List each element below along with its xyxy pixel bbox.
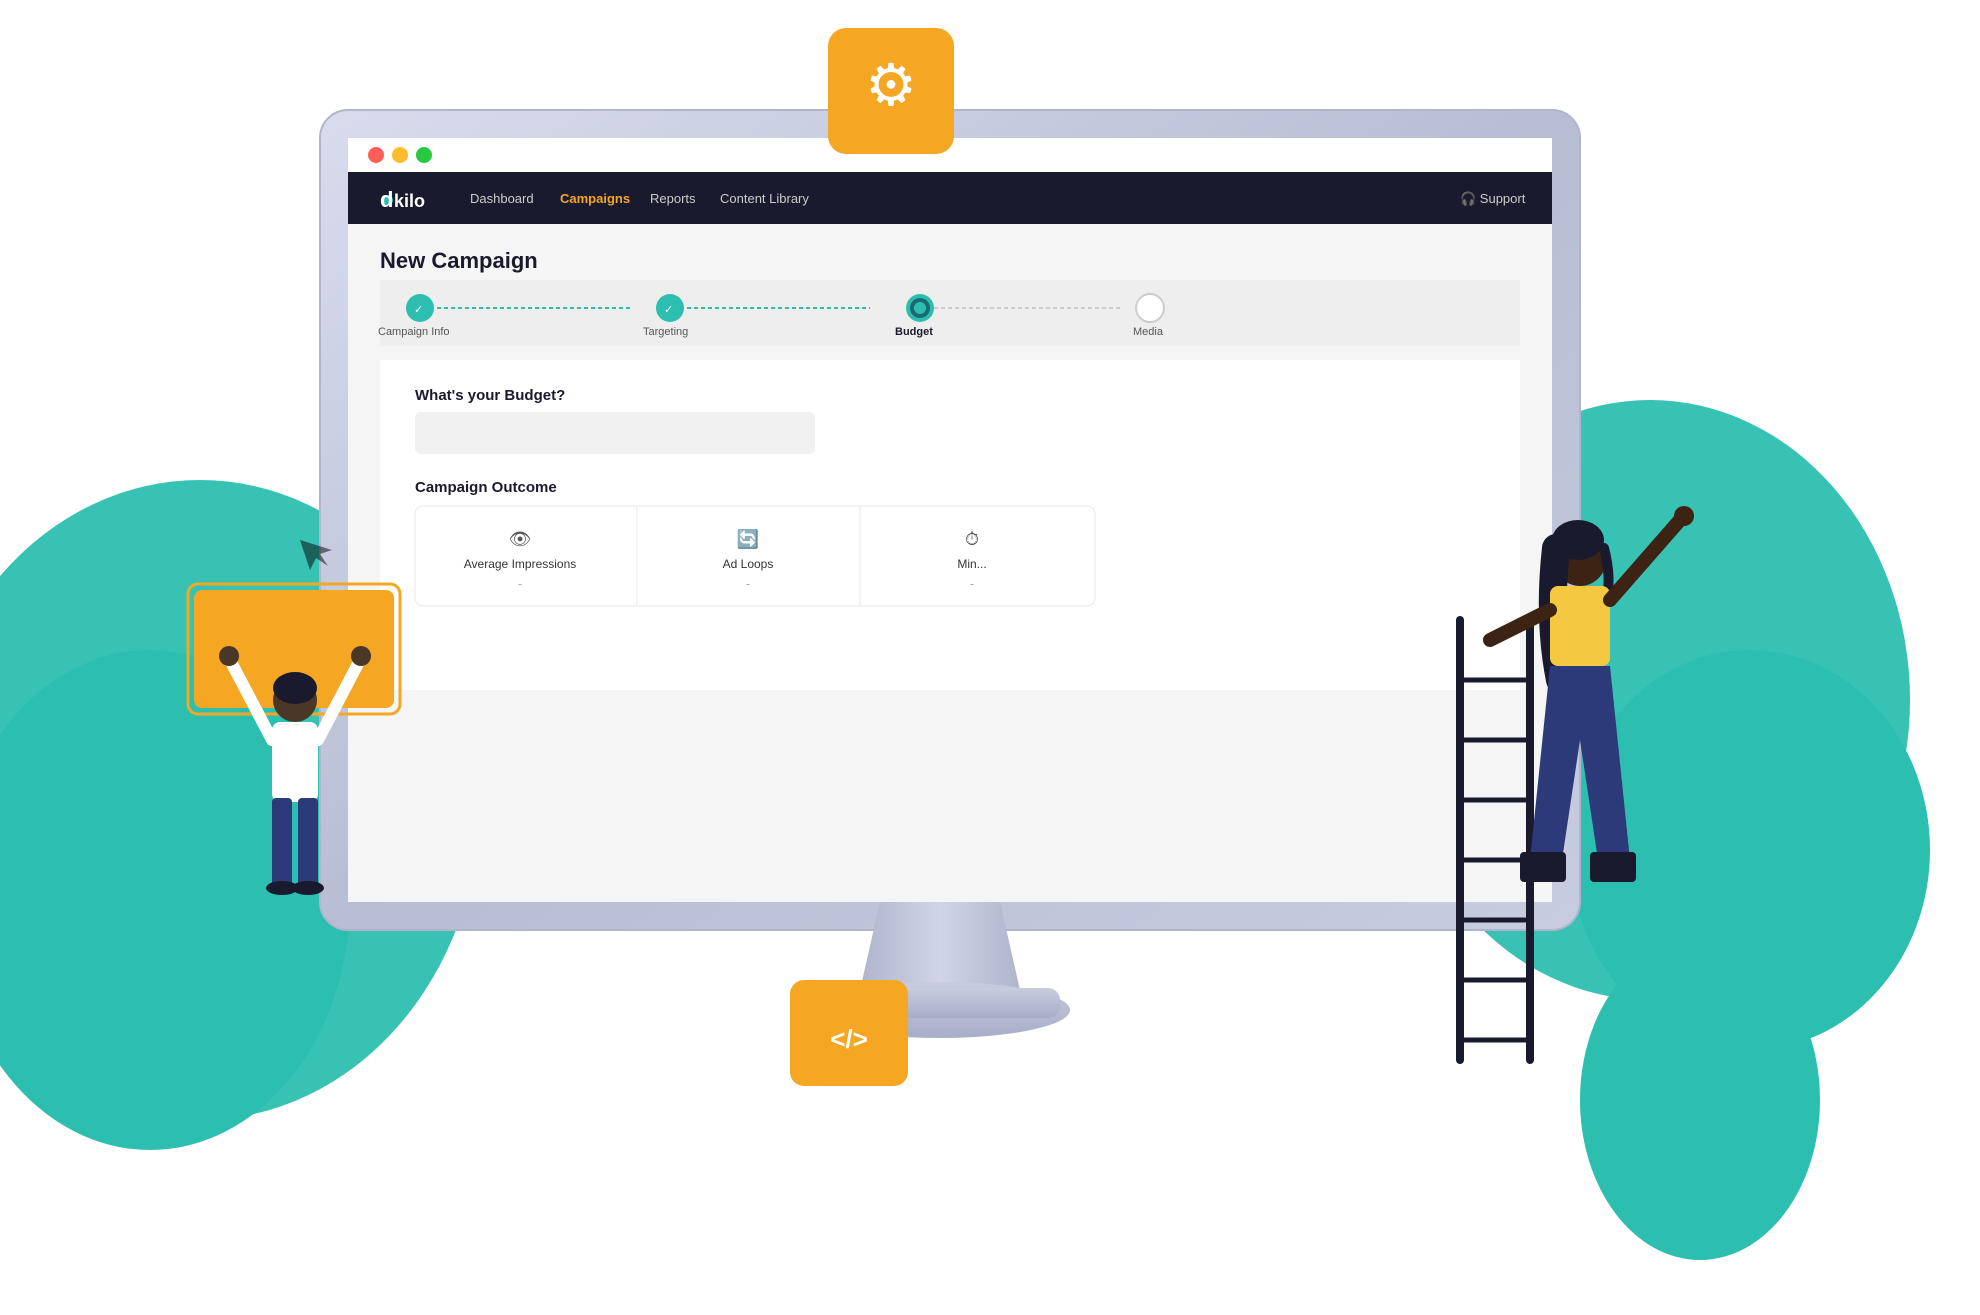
svg-text:New Campaign: New Campaign bbox=[380, 248, 538, 273]
svg-text:✓: ✓ bbox=[664, 304, 673, 316]
svg-text:Campaigns: Campaigns bbox=[560, 191, 630, 206]
svg-text:Dashboard: Dashboard bbox=[470, 191, 534, 206]
svg-text:</>: </> bbox=[830, 1024, 868, 1054]
svg-text:⚙: ⚙ bbox=[865, 53, 917, 118]
svg-text:Campaign Outcome: Campaign Outcome bbox=[415, 479, 557, 496]
svg-text:👁: 👁 bbox=[509, 529, 532, 549]
svg-text:kilo: kilo bbox=[394, 191, 425, 211]
svg-text:🎧 Support: 🎧 Support bbox=[1460, 191, 1526, 206]
svg-text:-: - bbox=[518, 576, 522, 591]
svg-text:Ad Loops: Ad Loops bbox=[723, 557, 774, 571]
svg-text:Campaign Info: Campaign Info bbox=[378, 326, 450, 338]
svg-text:Media: Media bbox=[1133, 326, 1164, 338]
svg-text:⏱: ⏱ bbox=[965, 529, 979, 549]
svg-text:-: - bbox=[746, 576, 750, 591]
svg-text:Min...: Min... bbox=[957, 557, 986, 571]
svg-text:d: d bbox=[380, 187, 393, 212]
svg-text:✓: ✓ bbox=[414, 304, 423, 316]
svg-text:What's your Budget?: What's your Budget? bbox=[415, 387, 565, 404]
svg-text:Reports: Reports bbox=[650, 191, 696, 206]
svg-text:Average Impressions: Average Impressions bbox=[464, 557, 577, 571]
svg-text:Targeting: Targeting bbox=[643, 326, 688, 338]
svg-text:🔄: 🔄 bbox=[737, 528, 759, 549]
svg-text:Budget: Budget bbox=[895, 326, 933, 338]
svg-text:Content Library: Content Library bbox=[720, 191, 809, 206]
svg-text:-: - bbox=[970, 576, 974, 591]
